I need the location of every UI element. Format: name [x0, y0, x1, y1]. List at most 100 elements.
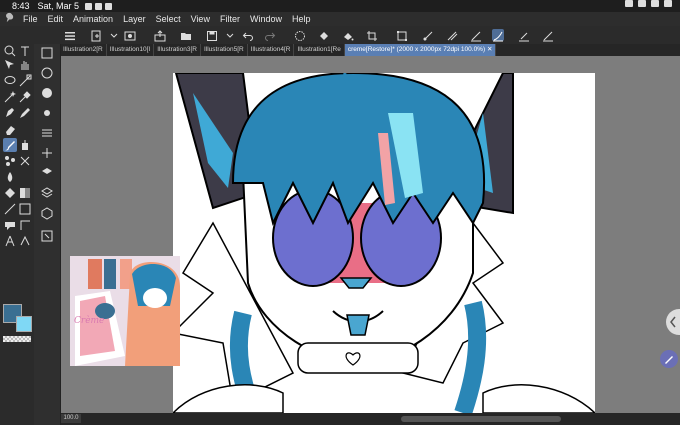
chevron-down-icon[interactable] [108, 29, 120, 41]
menu-edit[interactable]: Edit [43, 12, 69, 26]
airbrush-tool-icon[interactable] [18, 138, 32, 152]
snap-special-ruler-icon[interactable] [446, 29, 458, 41]
stabilization-pen-icon[interactable] [470, 29, 482, 42]
export-icon[interactable] [154, 29, 166, 42]
ruler-tool-icon[interactable] [18, 218, 32, 232]
blend-tool-icon[interactable] [18, 154, 32, 168]
tab-creme[interactable]: creme[Restore]* (2000 x 2000px 72dpi 100… [344, 44, 497, 56]
selection-pen-icon[interactable] [18, 74, 32, 88]
new-document-icon[interactable] [90, 29, 102, 42]
panel-expand-handle[interactable] [666, 309, 680, 335]
brush-tool-icon[interactable] [3, 138, 17, 152]
wifi-icon [651, 0, 659, 7]
artboard[interactable] [173, 73, 595, 413]
gradient-tool-icon[interactable] [18, 186, 32, 200]
save-icon[interactable] [206, 29, 218, 41]
correct-line-tool-icon[interactable] [18, 234, 32, 248]
menu-help[interactable]: Help [287, 12, 316, 26]
hamburger-menu-icon[interactable] [64, 29, 76, 41]
app-logo-icon[interactable] [0, 12, 18, 26]
reference-image[interactable]: Crème [70, 256, 180, 366]
messenger-notification-icon [95, 2, 103, 10]
hand-tool-icon[interactable] [18, 58, 32, 72]
document-tab-bar: Illustration2[R Illustration10[I Illustr… [60, 44, 680, 56]
lasso-tool-icon[interactable] [3, 74, 17, 88]
sub-tool-selection-icon[interactable] [40, 46, 54, 60]
redo-icon[interactable] [264, 29, 276, 41]
stylus-pen-icon[interactable] [660, 350, 678, 368]
canvas-horizontal-scrollbar[interactable]: 100.0 [61, 413, 680, 425]
color-panel [0, 296, 34, 351]
sub-tool-layer-property-icon[interactable] [40, 166, 54, 180]
gallery-notification-icon [85, 2, 93, 10]
edit-pen-icon[interactable] [518, 29, 530, 42]
tab-illustration4[interactable]: Illustration4[R [248, 44, 295, 56]
eraser-tool-icon[interactable] [3, 122, 17, 136]
frame-tool-icon[interactable] [18, 202, 32, 216]
menu-view[interactable]: View [186, 12, 215, 26]
pencil-tool-icon[interactable] [18, 106, 32, 120]
fill-icon[interactable] [318, 29, 330, 41]
tab-illustration3[interactable]: Illustration3[R [154, 44, 201, 56]
companion-mode-icon[interactable] [124, 29, 136, 41]
sub-tool-navigator-icon[interactable] [40, 146, 54, 160]
status-date: Sat, Mar 5 [37, 1, 80, 11]
battery-icon [664, 0, 672, 7]
open-folder-icon[interactable] [180, 29, 192, 41]
reference-character-sheet [70, 256, 180, 366]
tab-illustration10[interactable]: Illustration10[I [107, 44, 155, 56]
smudge-tool-icon[interactable] [3, 170, 17, 184]
text-tool-2-icon[interactable] [3, 234, 17, 248]
tab-illustration1[interactable]: Illustration1[Re [294, 44, 345, 56]
menu-select[interactable]: Select [151, 12, 186, 26]
menu-bar: File Edit Animation Layer Select View Fi… [0, 12, 680, 26]
menu-animation[interactable]: Animation [68, 12, 118, 26]
eyedropper-icon[interactable] [18, 90, 32, 104]
sub-tool-layers-icon[interactable] [40, 186, 54, 200]
move-tool-icon[interactable] [3, 58, 17, 72]
magic-wand-icon[interactable] [3, 90, 17, 104]
tab-illustration2[interactable]: Illustration2[R [60, 44, 107, 56]
menu-file[interactable]: File [18, 12, 43, 26]
pen-tool-icon[interactable] [3, 106, 17, 120]
decoration-tool-icon[interactable] [3, 154, 17, 168]
canvas-area[interactable]: Crème [61, 56, 680, 413]
system-status-bar: 8:43 Sat, Mar 5 [0, 0, 680, 12]
figure-tool-icon[interactable] [3, 202, 17, 216]
sub-tool-properties-icon[interactable] [40, 126, 54, 140]
transform-icon[interactable] [396, 29, 408, 41]
scrollbar-thumb[interactable] [401, 416, 561, 422]
menu-window[interactable]: Window [245, 12, 287, 26]
sub-tool-material-icon[interactable] [40, 206, 54, 220]
fill-tool-icon[interactable] [3, 186, 17, 200]
ruler-icon[interactable] [542, 29, 554, 42]
command-bar [0, 26, 680, 44]
sub-tool-column [34, 44, 61, 425]
tab-creme-label: creme[Restore]* (2000 x 2000px 72dpi 100… [347, 46, 486, 53]
discord-notification-icon [105, 2, 113, 10]
system-indicators [625, 0, 672, 7]
transparent-color-swatch[interactable] [3, 336, 31, 342]
tab-close-icon[interactable]: ✕ [487, 46, 492, 53]
text-tool-icon[interactable] [18, 44, 32, 58]
tab-illustration5[interactable]: Illustration5[R [201, 44, 248, 56]
menu-filter[interactable]: Filter [215, 12, 245, 26]
tool-palette [0, 44, 34, 425]
snap-ruler-icon[interactable] [422, 29, 434, 41]
sub-tool-palette-icon[interactable] [40, 66, 54, 80]
chevron-down-icon[interactable] [224, 29, 236, 41]
crop-icon[interactable] [366, 29, 378, 41]
pen-mode-icon[interactable] [492, 29, 504, 42]
clear-selection-icon[interactable] [294, 29, 306, 41]
zoom-level-field[interactable]: 100.0 [61, 414, 81, 423]
sub-tool-color-wheel-icon[interactable] [40, 86, 54, 100]
artwork-illustration [173, 73, 595, 413]
sub-color-swatch[interactable] [16, 316, 32, 332]
balloon-tool-icon[interactable] [3, 218, 17, 232]
menu-layer[interactable]: Layer [118, 12, 151, 26]
sub-tool-auto-action-icon[interactable] [40, 229, 54, 243]
undo-icon[interactable] [242, 29, 254, 41]
zoom-tool-icon[interactable] [3, 44, 17, 58]
bucket-fill-icon[interactable] [342, 29, 354, 41]
sub-tool-brush-size-icon[interactable] [40, 106, 54, 120]
